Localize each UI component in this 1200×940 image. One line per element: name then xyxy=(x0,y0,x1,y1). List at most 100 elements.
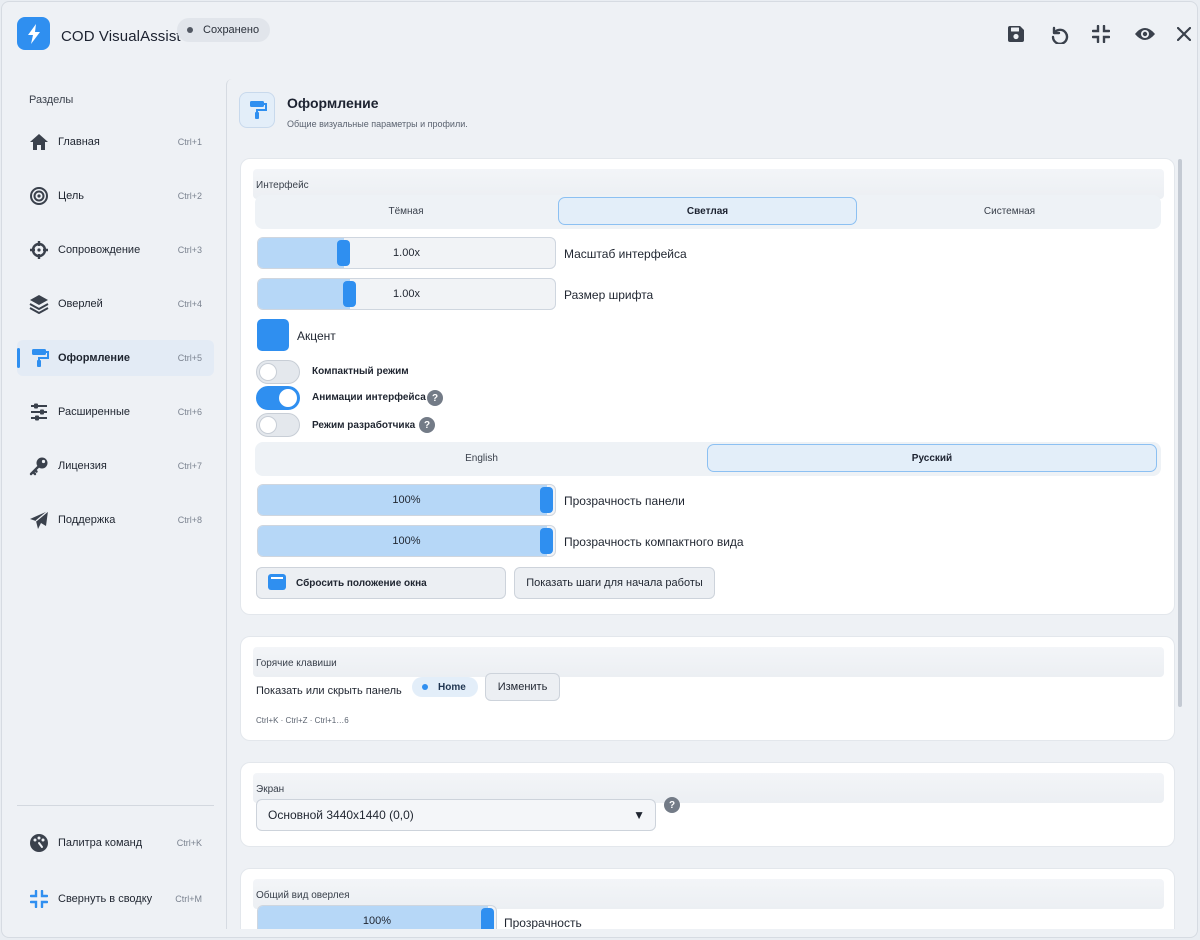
title-bar: COD VisualAssist Сохранено xyxy=(2,2,1197,64)
status-text: Сохранено xyxy=(203,24,260,36)
settings-content[interactable]: Оформление Общие визуальные параметры и … xyxy=(226,79,1197,929)
sidebar-item-home[interactable]: Главная Ctrl+1 xyxy=(17,124,214,160)
sidebar-item-shortcut: Ctrl+1 xyxy=(177,137,202,147)
sidebar-item-shortcut: Ctrl+8 xyxy=(177,515,202,525)
accent-color-swatch[interactable] xyxy=(257,319,289,351)
slider-value: 100% xyxy=(392,535,421,547)
sidebar-item-advanced[interactable]: Расширенные Ctrl+6 xyxy=(17,394,214,430)
layers-icon xyxy=(29,294,49,314)
slider-value: 1.00x xyxy=(393,288,420,300)
sidebar-item-shortcut: Ctrl+7 xyxy=(177,461,202,471)
sidebar-item-tracking[interactable]: Сопровождение Ctrl+3 xyxy=(17,232,214,268)
card-heading-text: Горячие клавиши xyxy=(256,658,337,669)
theme-option-dark[interactable]: Тёмная xyxy=(257,197,555,225)
theme-option-light[interactable]: Светлая xyxy=(558,197,857,225)
key-icon xyxy=(29,456,49,476)
sidebar-item-appearance[interactable]: Оформление Ctrl+5 xyxy=(17,340,214,376)
eye-icon[interactable] xyxy=(1133,22,1157,46)
change-hotkey-button[interactable]: Изменить xyxy=(485,673,560,701)
bolt-icon xyxy=(17,17,50,50)
hotkey-hint: Ctrl+K · Ctrl+Z · Ctrl+1…6 xyxy=(256,716,349,725)
undo-icon[interactable] xyxy=(1047,22,1071,46)
scrollbar[interactable] xyxy=(1178,159,1182,707)
reset-window-position-label: Сбросить положение окна xyxy=(296,577,427,589)
panel-opacity-slider[interactable]: 100% xyxy=(257,484,556,516)
paint-roller-icon xyxy=(239,92,275,128)
sidebar-item-shortcut: Ctrl+3 xyxy=(177,245,202,255)
status-badge: Сохранено xyxy=(177,18,271,42)
screen-card: Экран Основной 3440x1440 (0,0) ▼ ? xyxy=(240,762,1175,847)
active-indicator xyxy=(17,348,20,368)
sidebar-item-shortcut: Ctrl+4 xyxy=(177,299,202,309)
sidebar-item-label: Лицензия xyxy=(58,460,107,472)
sidebar-item-label: Цель xyxy=(58,190,85,202)
slider-value: 100% xyxy=(392,494,421,506)
slider-value: 100% xyxy=(362,915,392,927)
page-subtitle: Общие визуальные параметры и профили. xyxy=(287,119,468,129)
font-size-label: Размер шрифта xyxy=(564,288,654,302)
crosshair-icon xyxy=(29,240,49,260)
animations-toggle[interactable] xyxy=(256,386,300,410)
sidebar-item-shortcut: Ctrl+2 xyxy=(177,191,202,201)
help-icon[interactable]: ? xyxy=(427,390,443,406)
sidebar: Разделы Главная Ctrl+1 Цель Ctrl+2 Сопро… xyxy=(2,64,226,937)
ui-scale-label: Масштаб интерфейса xyxy=(564,247,687,261)
sidebar-item-shortcut: Ctrl+M xyxy=(175,894,202,904)
save-icon[interactable] xyxy=(1004,22,1028,46)
sidebar-divider xyxy=(17,805,214,806)
sidebar-item-collapse-summary[interactable]: Свернуть в сводку Ctrl+M xyxy=(17,881,214,917)
sidebar-item-target[interactable]: Цель Ctrl+2 xyxy=(17,178,214,214)
palette-icon xyxy=(29,833,49,853)
compress-icon xyxy=(29,889,49,909)
help-icon[interactable]: ? xyxy=(419,417,435,433)
status-dot xyxy=(187,27,193,33)
sliders-icon xyxy=(29,402,49,422)
language-option-english[interactable]: English xyxy=(257,444,706,472)
language-selector: English Русский xyxy=(255,442,1161,476)
interface-card: Интерфейс Тёмная Светлая Системная 1.00x… xyxy=(240,158,1175,615)
card-heading-text: Экран xyxy=(256,784,285,795)
sidebar-item-shortcut: Ctrl+5 xyxy=(177,353,202,363)
overlay-card: Общий вид оверлея 100% Прозрачность xyxy=(240,868,1175,929)
app-title: COD VisualAssist xyxy=(61,28,181,45)
app-window: COD VisualAssist Сохранено Разделы Главн… xyxy=(1,1,1198,938)
sidebar-item-label: Главная xyxy=(58,136,100,148)
close-icon[interactable] xyxy=(1172,22,1196,46)
sidebar-item-overlay[interactable]: Оверлей Ctrl+4 xyxy=(17,286,214,322)
sidebar-item-license[interactable]: Лицензия Ctrl+7 xyxy=(17,448,214,484)
toggle-panel-hotkey-label: Показать или скрыть панель xyxy=(256,685,402,697)
slider-value: 1.00x xyxy=(393,247,420,259)
show-onboarding-button[interactable]: Показать шаги для начала работы xyxy=(514,567,715,599)
font-size-slider[interactable]: 1.00x xyxy=(257,278,556,310)
help-icon[interactable]: ? xyxy=(664,797,680,813)
sidebar-item-command-palette[interactable]: Палитра команд Ctrl+K xyxy=(17,825,214,861)
sidebar-item-label: Свернуть в сводку xyxy=(58,893,153,905)
collapse-icon[interactable] xyxy=(1089,22,1113,46)
reset-window-position-button[interactable]: Сбросить положение окна xyxy=(256,567,506,599)
compact-mode-toggle[interactable] xyxy=(256,360,300,384)
sidebar-item-support[interactable]: Поддержка Ctrl+8 xyxy=(17,502,214,538)
theme-option-system[interactable]: Системная xyxy=(860,197,1159,225)
overlay-opacity-label: Прозрачность xyxy=(504,916,582,929)
theme-selector: Тёмная Светлая Системная xyxy=(255,195,1161,229)
sidebar-item-label: Поддержка xyxy=(58,514,116,526)
accent-label: Акцент xyxy=(297,329,336,343)
overlay-opacity-slider[interactable]: 100% xyxy=(257,905,497,929)
window-icon xyxy=(268,574,286,590)
paint-roller-icon xyxy=(29,348,49,368)
language-option-russian[interactable]: Русский xyxy=(707,444,1157,472)
hotkey-value: Home xyxy=(438,681,466,693)
toggle-knob xyxy=(279,389,297,407)
sidebar-item-label: Сопровождение xyxy=(58,244,141,256)
ui-scale-slider[interactable]: 1.00x xyxy=(257,237,556,269)
screen-select[interactable]: Основной 3440x1440 (0,0) ▼ xyxy=(256,799,656,831)
hotkey-badge: Home xyxy=(412,677,478,697)
compact-opacity-label: Прозрачность компактного вида xyxy=(564,535,744,549)
sidebar-heading: Разделы xyxy=(29,94,74,106)
compact-mode-label: Компактный режим xyxy=(312,366,409,377)
card-heading: Горячие клавиши xyxy=(253,647,1164,677)
developer-mode-toggle[interactable] xyxy=(256,413,300,437)
hotkeys-card: Горячие клавиши Показать или скрыть пане… xyxy=(240,636,1175,741)
card-heading-text: Общий вид оверлея xyxy=(256,890,350,901)
compact-opacity-slider[interactable]: 100% xyxy=(257,525,556,557)
